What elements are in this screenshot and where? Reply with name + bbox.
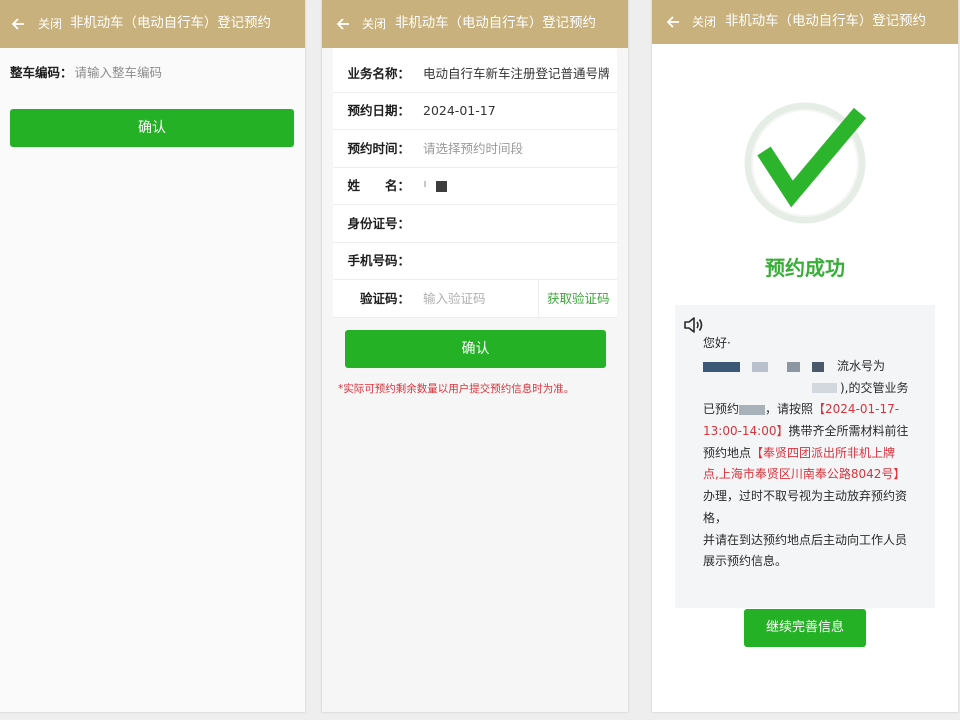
quota-note: *实际可预约剩余数量以用户提交预约信息时为准。 [338,383,575,395]
header-bar: 关闭 非机动车（电动自行车）登记预约 [652,0,958,44]
redaction-block [787,361,800,372]
time-label: 预约时间： [347,141,410,156]
booking-time: 13:00-14:00】 [703,424,789,439]
page-title: 非机动车（电动自行车）登记预约 [395,16,596,31]
redaction-block [752,361,768,372]
vehicle-code-label: 整车编码： [10,65,73,80]
redaction-block [812,383,837,394]
close-link[interactable]: 关闭 [362,0,386,48]
name-value[interactable] [423,167,447,204]
message-line: 您好· [703,332,931,356]
captcha-label: 验证码： [359,291,410,306]
continue-button[interactable]: 继续完善信息 [744,609,866,647]
message-line: 13:00-14:00】携带齐全所需材料前往 [703,421,931,443]
confirm-button[interactable]: 确认 [10,109,294,147]
redaction-block [739,404,766,415]
booked-text-2: ，请按照 [765,402,814,417]
show-text: 并请在到达预约地点后主动向工作人员 [703,532,908,547]
greeting: 您好· [703,336,731,350]
page-title: 非机动车（电动自行车）登记预约 [725,14,926,29]
handle-text: 办理，过时不取号视为主动放弃预约资 [703,489,908,504]
place-name: 【奉贤四团派出所非机上牌 [751,445,896,460]
get-captcha-button[interactable]: 获取验证码 [547,280,610,317]
vehicle-code-row: 整车编码： [10,63,295,83]
business-text: ),的交管业务 [840,380,909,395]
handle-text-end: 格， [703,510,728,525]
booking-form: 业务名称： 电动自行车新车注册登记普通号牌 预约日期： 2024-01-17 预… [333,48,617,318]
booked-text: 已预约 [703,402,740,417]
date-label: 预约日期： [347,103,410,118]
arrow-left-icon[interactable] [336,17,350,31]
phone-label: 手机号码： [347,253,410,268]
message-line: 并请在到达预约地点后主动向工作人员 [703,530,931,552]
screen-booking-form: 关闭 非机动车（电动自行车）登记预约 业务名称： 电动自行车新车注册登记普通号牌… [322,0,628,712]
bring-text: 携带齐全所需材料前往 [788,424,909,439]
redaction-block [703,361,740,372]
message-line: ),的交管业务 [703,378,931,400]
check-circle-icon [744,102,867,224]
arrow-left-icon[interactable] [11,17,25,31]
form-row-phone[interactable]: 手机号码： [333,242,617,280]
message-line: 预约地点【奉贤四团派出所非机上牌 [703,443,931,465]
name-label: 姓 名： [347,178,410,193]
form-row-name: 姓 名： [333,167,617,205]
close-link[interactable]: 关闭 [692,0,716,44]
form-row-captcha: 验证码： 获取验证码 [333,280,617,318]
redaction-mark [424,180,426,187]
close-link[interactable]: 关闭 [38,0,62,48]
speaker-icon[interactable] [683,315,705,335]
redaction-block [812,361,824,372]
screen-booking-success: 关闭 非机动车（电动自行车）登记预约 预约成功 您好· 流水号为 ),的交管业务… [652,0,958,712]
confirm-button[interactable]: 确认 [345,330,606,368]
vehicle-code-input[interactable] [74,63,275,83]
business-label: 业务名称： [347,66,410,81]
message-line: 点,上海市奉贤区川南奉公路8042号】 [703,464,931,486]
screen-vehicle-code: 关闭 非机动车（电动自行车）登记预约 整车编码： 确认 [0,0,305,712]
id-number-label: 身份证号： [347,216,410,231]
form-row-id-number[interactable]: 身份证号： [333,205,617,243]
booking-date: 【2024-01-17- [813,402,900,417]
page-title: 非机动车（电动自行车）登记预约 [70,16,271,31]
message-text: 您好· 流水号为 ),的交管业务 已预约 ，请按照【2024-01-17- 13:… [703,332,931,573]
date-value[interactable]: 2024-01-17 [423,92,496,129]
header-bar: 关闭 非机动车（电动自行车）登记预约 [0,0,305,48]
message-line: 已预约 ，请按照【2024-01-17- [703,399,931,421]
arrow-left-icon[interactable] [666,15,680,29]
captcha-input[interactable] [423,280,533,317]
divider [538,280,539,317]
form-row-business: 业务名称： 电动自行车新车注册登记普通号牌 [333,55,617,93]
message-line: 展示预约信息。 [703,551,931,573]
message-line: 办理，过时不取号视为主动放弃预约资 [703,486,931,508]
captcha-field [423,280,533,317]
message-line: 流水号为 [703,356,931,378]
business-value: 电动自行车新车注册登记普通号牌 [423,66,609,81]
time-select[interactable]: 请选择预约时间段 [423,130,523,167]
message-line: 格， [703,508,931,530]
message-box: 您好· 流水号为 ),的交管业务 已预约 ，请按照【2024-01-17- 13:… [675,305,935,608]
serial-label: 流水号为 [837,359,886,373]
place-label: 预约地点 [703,445,752,460]
success-status: 预约成功 [765,256,845,280]
form-row-date: 预约日期： 2024-01-17 [333,92,617,130]
header-bar: 关闭 非机动车（电动自行车）登记预约 [322,0,628,48]
show-text-end: 展示预约信息。 [703,554,788,569]
place-address: 点,上海市奉贤区川南奉公路8042号】 [703,467,906,482]
form-row-time[interactable]: 预约时间： 请选择预约时间段 [333,130,617,168]
redaction-block [436,181,447,192]
